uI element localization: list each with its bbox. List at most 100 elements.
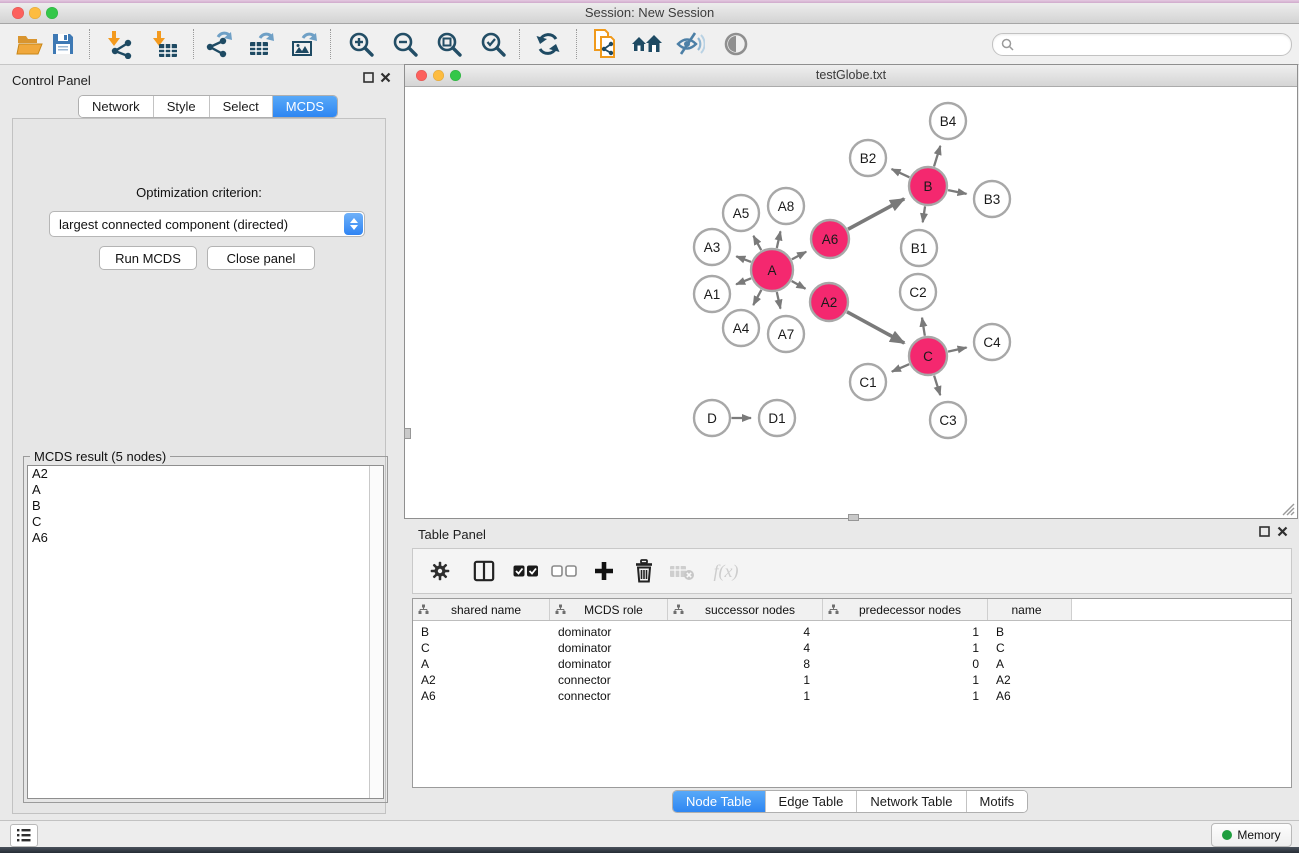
graph-edge-B-B4[interactable] xyxy=(934,146,940,167)
left-resize-handle[interactable] xyxy=(404,428,411,439)
zoom-view-button[interactable] xyxy=(450,70,461,81)
criterion-value: largest connected component (directed) xyxy=(50,217,343,232)
graph-edge-A2-C[interactable] xyxy=(847,312,904,343)
tab-style[interactable]: Style xyxy=(154,96,210,117)
column-header-shared-name[interactable]: shared name xyxy=(413,599,550,620)
window-resize-grip[interactable] xyxy=(1280,501,1295,516)
close-panel-icon[interactable] xyxy=(379,71,392,84)
graph-edge-B-B3[interactable] xyxy=(948,190,966,194)
export-network-icon[interactable] xyxy=(203,29,235,59)
table-row[interactable]: A2connector11A2 xyxy=(413,672,1291,688)
mcds-result-list[interactable]: A2ABCA6 xyxy=(27,465,384,799)
close-window-button[interactable] xyxy=(12,7,24,19)
column-header-name[interactable]: name xyxy=(988,599,1072,620)
run-mcds-button[interactable]: Run MCDS xyxy=(99,246,197,270)
export-table-icon[interactable] xyxy=(245,29,277,59)
graph-edge-C-C2[interactable] xyxy=(922,318,925,336)
float-panel-icon[interactable] xyxy=(362,71,375,84)
graph-edge-C-C3[interactable] xyxy=(934,376,940,396)
task-history-button[interactable] xyxy=(10,824,38,847)
node-table: shared name MCDS role successor nodes pr… xyxy=(412,598,1292,788)
mcds-list-scrollbar[interactable] xyxy=(369,466,383,798)
toolbar-separator xyxy=(330,29,331,59)
graph-edge-C-C4[interactable] xyxy=(948,348,967,352)
open-file-icon[interactable] xyxy=(14,29,46,59)
delete-rows-trash-icon[interactable] xyxy=(629,556,659,586)
graph-edge-A-A5[interactable] xyxy=(753,236,761,250)
graph-edge-A-A1[interactable] xyxy=(736,278,751,284)
export-image-icon[interactable] xyxy=(288,29,320,59)
mcds-result-item[interactable]: A2 xyxy=(28,466,383,482)
tab-edge-table[interactable]: Edge Table xyxy=(766,791,858,812)
memory-button[interactable]: Memory xyxy=(1211,823,1292,847)
import-network-icon[interactable] xyxy=(104,29,136,59)
table-cell: dominator xyxy=(550,641,668,655)
table-row[interactable]: Cdominator41C xyxy=(413,640,1291,656)
table-cell: A2 xyxy=(988,673,1072,687)
graph-edge-A-A3[interactable] xyxy=(736,256,751,262)
search-input[interactable] xyxy=(1014,38,1291,52)
deselect-all-icon[interactable] xyxy=(549,556,579,586)
graph-edge-A-A2[interactable] xyxy=(792,281,806,289)
show-eye-icon[interactable] xyxy=(720,29,752,59)
network-view-title: testGlobe.txt xyxy=(405,65,1297,86)
column-header-predecessor-nodes[interactable]: predecessor nodes xyxy=(823,599,988,620)
zoom-fit-icon[interactable] xyxy=(433,29,465,59)
table-row[interactable]: A6connector11A6 xyxy=(413,688,1291,704)
tab-mcds[interactable]: MCDS xyxy=(273,96,337,117)
zoom-window-button[interactable] xyxy=(46,7,58,19)
mcds-result-item[interactable]: A6 xyxy=(28,530,383,546)
graph-edge-A-A8[interactable] xyxy=(777,231,781,248)
network-view-window: testGlobe.txt AA6A2BCA5A8A3A1A4A7B2B4B3B… xyxy=(404,64,1298,519)
float-table-panel-icon[interactable] xyxy=(1258,525,1271,538)
zoom-in-icon[interactable] xyxy=(345,29,377,59)
tab-network[interactable]: Network xyxy=(79,96,154,117)
graph-node-label-D: D xyxy=(707,411,717,426)
mcds-result-item[interactable]: A xyxy=(28,482,383,498)
tab-node-table[interactable]: Node Table xyxy=(673,791,766,812)
tab-network-table[interactable]: Network Table xyxy=(857,791,966,812)
column-header-mcds-role[interactable]: MCDS role xyxy=(550,599,668,620)
show-columns-icon[interactable] xyxy=(469,556,499,586)
table-settings-gear-icon[interactable] xyxy=(425,556,455,586)
refresh-icon[interactable] xyxy=(532,29,564,59)
table-cell: dominator xyxy=(550,657,668,671)
graph-edge-A-A4[interactable] xyxy=(753,290,761,305)
graph-edge-A-A6[interactable] xyxy=(792,252,806,260)
zoom-out-icon[interactable] xyxy=(389,29,421,59)
graph-node-label-B1: B1 xyxy=(911,241,928,256)
close-panel-button[interactable]: Close panel xyxy=(207,246,315,270)
select-all-icon[interactable] xyxy=(511,556,541,586)
column-header-successor-nodes[interactable]: successor nodes xyxy=(668,599,823,620)
new-network-from-selection-icon[interactable] xyxy=(590,29,622,59)
minimize-view-button[interactable] xyxy=(433,70,444,81)
table-cell: B xyxy=(413,625,550,639)
close-view-button[interactable] xyxy=(416,70,427,81)
tab-motifs[interactable]: Motifs xyxy=(967,791,1028,812)
save-session-icon[interactable] xyxy=(47,29,79,59)
minimize-window-button[interactable] xyxy=(29,7,41,19)
close-table-panel-icon[interactable] xyxy=(1276,525,1289,538)
mcds-result-item[interactable]: B xyxy=(28,498,383,514)
import-table-icon[interactable] xyxy=(149,29,181,59)
graph-edge-B-B1[interactable] xyxy=(923,206,925,222)
graph-edge-C-C1[interactable] xyxy=(892,364,909,372)
home-icon[interactable] xyxy=(631,29,663,59)
table-cell: A6 xyxy=(988,689,1072,703)
tab-select[interactable]: Select xyxy=(210,96,273,117)
criterion-select[interactable]: largest connected component (directed) xyxy=(49,211,365,237)
network-graph[interactable]: AA6A2BCA5A8A3A1A4A7B2B4B3B1C2C4C1C3DD1 xyxy=(405,87,1297,518)
table-row[interactable]: Adominator80A xyxy=(413,656,1291,672)
mcds-result-item[interactable]: C xyxy=(28,514,383,530)
zoom-selected-icon[interactable] xyxy=(477,29,509,59)
add-column-icon[interactable] xyxy=(589,556,619,586)
desktop-edge xyxy=(0,847,1299,853)
graph-node-label-B2: B2 xyxy=(860,151,877,166)
table-row[interactable]: Bdominator41B xyxy=(413,624,1291,640)
search-box[interactable] xyxy=(992,33,1292,56)
graph-edge-A-A7[interactable] xyxy=(777,292,781,309)
graph-edge-A6-B[interactable] xyxy=(848,199,904,229)
graph-edge-B-B2[interactable] xyxy=(892,169,910,177)
table-toolbar: f(x) xyxy=(412,548,1292,594)
hide-selected-icon[interactable] xyxy=(674,29,706,59)
